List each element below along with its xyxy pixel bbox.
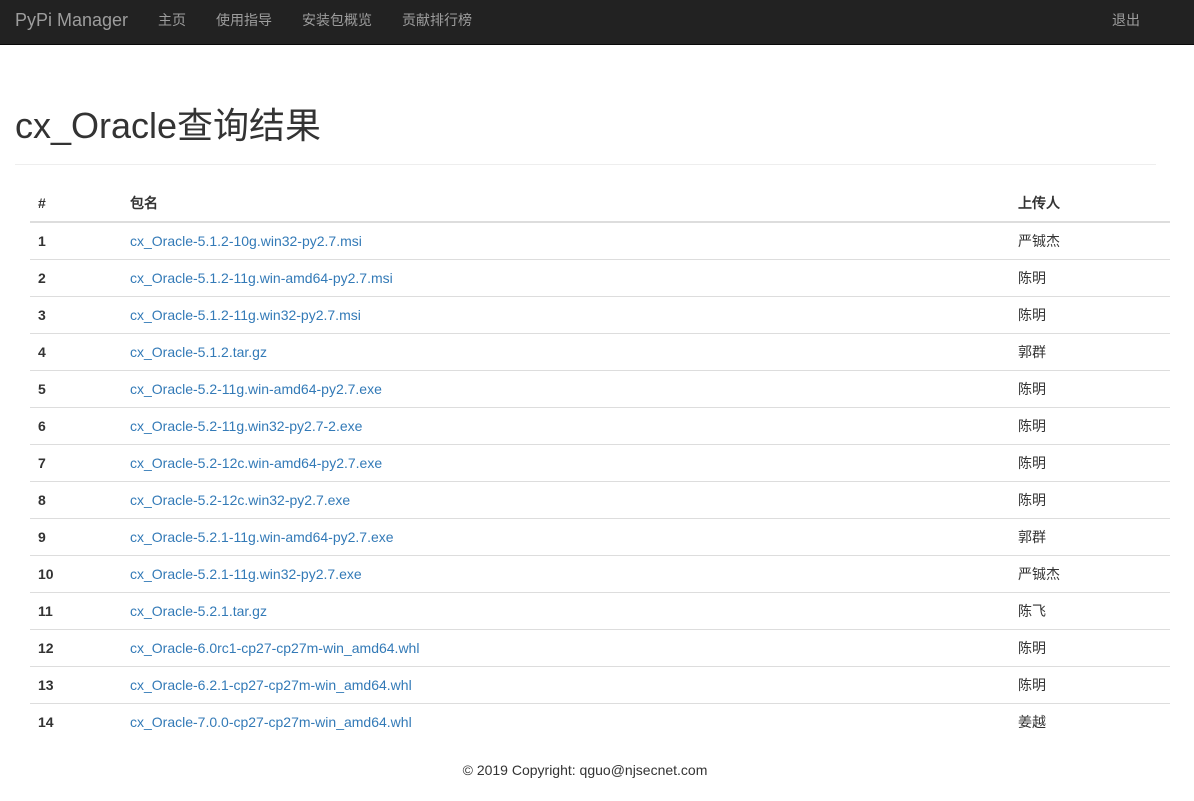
- logout-link[interactable]: 退出: [1112, 0, 1140, 45]
- table-body: 1 cx_Oracle-5.1.2-10g.win32-py2.7.msi 严铖杰 2…: [30, 222, 1170, 740]
- row-uploader: 严铖杰: [1010, 555, 1170, 593]
- nav-item-package-overview[interactable]: 安装包概览: [302, 0, 372, 45]
- table-row: 11 cx_Oracle-5.2.1.tar.gz 陈飞: [30, 592, 1170, 630]
- row-index: 1: [30, 222, 122, 260]
- row-package-cell: cx_Oracle-5.1.2-11g.win-amd64-py2.7.msi: [122, 259, 1010, 297]
- package-link[interactable]: cx_Oracle-5.2.1-11g.win-amd64-py2.7.exe: [130, 529, 394, 545]
- row-package-cell: cx_Oracle-5.2.1-11g.win32-py2.7.exe: [122, 555, 1010, 593]
- footer-copyright: © 2019 Copyright: qguo@njsecnet.com: [462, 762, 708, 778]
- row-index: 7: [30, 444, 122, 482]
- package-link[interactable]: cx_Oracle-5.1.2.tar.gz: [130, 344, 267, 360]
- row-package-cell: cx_Oracle-5.2-11g.win32-py2.7-2.exe: [122, 407, 1010, 445]
- row-uploader: 严铖杰: [1010, 222, 1170, 260]
- row-index: 9: [30, 518, 122, 556]
- row-index: 12: [30, 629, 122, 667]
- row-uploader: 陈飞: [1010, 592, 1170, 630]
- row-index: 2: [30, 259, 122, 297]
- package-link[interactable]: cx_Oracle-5.2-12c.win32-py2.7.exe: [130, 492, 350, 508]
- table-row: 10 cx_Oracle-5.2.1-11g.win32-py2.7.exe 严铖杰: [30, 555, 1170, 593]
- package-link[interactable]: cx_Oracle-5.2.1-11g.win32-py2.7.exe: [130, 566, 362, 582]
- brand-link[interactable]: PyPi Manager: [15, 0, 128, 45]
- package-link[interactable]: cx_Oracle-6.2.1-cp27-cp27m-win_amd64.whl: [130, 677, 412, 693]
- package-link[interactable]: cx_Oracle-5.1.2-11g.win-amd64-py2.7.msi: [130, 270, 393, 286]
- column-header-index: #: [30, 184, 122, 223]
- row-uploader: 陈明: [1010, 481, 1170, 519]
- package-link[interactable]: cx_Oracle-5.2-11g.win32-py2.7-2.exe: [130, 418, 362, 434]
- row-uploader: 陈明: [1010, 296, 1170, 334]
- row-uploader: 陈明: [1010, 666, 1170, 704]
- table-row: 2 cx_Oracle-5.1.2-11g.win-amd64-py2.7.msi…: [30, 259, 1170, 297]
- row-package-cell: cx_Oracle-5.2-11g.win-amd64-py2.7.exe: [122, 370, 1010, 408]
- table-row: 1 cx_Oracle-5.1.2-10g.win32-py2.7.msi 严铖杰: [30, 222, 1170, 260]
- results-table: # 包名 上传人 1 cx_Oracle-5.1.2-10g.win32-py2.…: [30, 184, 1170, 740]
- table-row: 12 cx_Oracle-6.0rc1-cp27-cp27m-win_amd64.…: [30, 629, 1170, 667]
- row-package-cell: cx_Oracle-5.2.1-11g.win-amd64-py2.7.exe: [122, 518, 1010, 556]
- nav-item-contribution-ranking[interactable]: 贡献排行榜: [402, 0, 472, 45]
- title-divider: [15, 164, 1156, 165]
- package-link[interactable]: cx_Oracle-5.2-11g.win-amd64-py2.7.exe: [130, 381, 382, 397]
- row-index: 3: [30, 296, 122, 334]
- column-header-uploader: 上传人: [1010, 184, 1170, 223]
- row-index: 11: [30, 592, 122, 630]
- table-row: 13 cx_Oracle-6.2.1-cp27-cp27m-win_amd64.w…: [30, 666, 1170, 704]
- row-index: 5: [30, 370, 122, 408]
- row-uploader: 郭群: [1010, 333, 1170, 371]
- table-row: 9 cx_Oracle-5.2.1-11g.win-amd64-py2.7.exe…: [30, 518, 1170, 556]
- row-uploader: 郭群: [1010, 518, 1170, 556]
- table-row: 8 cx_Oracle-5.2-12c.win32-py2.7.exe 陈明: [30, 481, 1170, 519]
- top-navbar: PyPi Manager 主页 使用指导 安装包概览 贡献排行榜 退出: [0, 0, 1194, 45]
- nav-item-home[interactable]: 主页: [158, 0, 186, 45]
- row-uploader: 陈明: [1010, 444, 1170, 482]
- row-index: 10: [30, 555, 122, 593]
- row-uploader: 姜越: [1018, 713, 1046, 730]
- row-package-cell: cx_Oracle-5.2.1.tar.gz: [122, 592, 1010, 630]
- row-index: 4: [30, 333, 122, 371]
- row-uploader: 陈明: [1010, 370, 1170, 408]
- row-package-cell: cx_Oracle-5.2-12c.win32-py2.7.exe: [122, 481, 1010, 519]
- table-row: 5 cx_Oracle-5.2-11g.win-amd64-py2.7.exe 陈明: [30, 370, 1170, 408]
- table-row: 14 cx_Oracle-7.0.0-cp27-cp27m-win_amd64.w…: [30, 703, 1170, 740]
- row-index: 8: [30, 481, 122, 519]
- package-link[interactable]: cx_Oracle-7.0.0-cp27-cp27m-win_amd64.whl: [130, 714, 412, 730]
- nav-item-usage-guide[interactable]: 使用指导: [216, 0, 272, 45]
- row-uploader: 陈明: [1010, 259, 1170, 297]
- row-uploader: 陈明: [1010, 629, 1170, 667]
- package-link[interactable]: cx_Oracle-6.0rc1-cp27-cp27m-win_amd64.wh…: [130, 640, 419, 656]
- package-link[interactable]: cx_Oracle-5.1.2-11g.win32-py2.7.msi: [130, 307, 361, 323]
- row-package-cell: cx_Oracle-5.2-12c.win-amd64-py2.7.exe: [122, 444, 1010, 482]
- package-link[interactable]: cx_Oracle-5.2-12c.win-amd64-py2.7.exe: [130, 455, 382, 471]
- row-package-cell: cx_Oracle-6.2.1-cp27-cp27m-win_amd64.whl: [122, 666, 1010, 704]
- row-package-cell: cx_Oracle-5.1.2-10g.win32-py2.7.msi: [122, 222, 1010, 260]
- table-row: 3 cx_Oracle-5.1.2-11g.win32-py2.7.msi 陈明: [30, 296, 1170, 334]
- table-row: 7 cx_Oracle-5.2-12c.win-amd64-py2.7.exe 陈明: [30, 444, 1170, 482]
- table-header-row: # 包名 上传人: [30, 184, 1170, 223]
- table-row: 6 cx_Oracle-5.2-11g.win32-py2.7-2.exe 陈明: [30, 407, 1170, 445]
- column-header-package: 包名: [122, 184, 1010, 223]
- row-package-cell: cx_Oracle-7.0.0-cp27-cp27m-win_amd64.whl: [122, 703, 1010, 740]
- row-uploader: 陈明: [1010, 407, 1170, 445]
- row-index: 14: [38, 713, 54, 730]
- page-title: cx_Oracle查询结果: [15, 105, 322, 146]
- row-package-cell: cx_Oracle-6.0rc1-cp27-cp27m-win_amd64.wh…: [122, 629, 1010, 667]
- package-link[interactable]: cx_Oracle-5.2.1.tar.gz: [130, 603, 267, 619]
- table-header: # 包名 上传人: [30, 184, 1170, 223]
- row-index: 6: [30, 407, 122, 445]
- row-package-cell: cx_Oracle-5.1.2-11g.win32-py2.7.msi: [122, 296, 1010, 334]
- row-package-cell: cx_Oracle-5.1.2.tar.gz: [122, 333, 1010, 371]
- row-index: 13: [30, 666, 122, 704]
- package-link[interactable]: cx_Oracle-5.1.2-10g.win32-py2.7.msi: [130, 233, 362, 249]
- table-row: 4 cx_Oracle-5.1.2.tar.gz 郭群: [30, 333, 1170, 371]
